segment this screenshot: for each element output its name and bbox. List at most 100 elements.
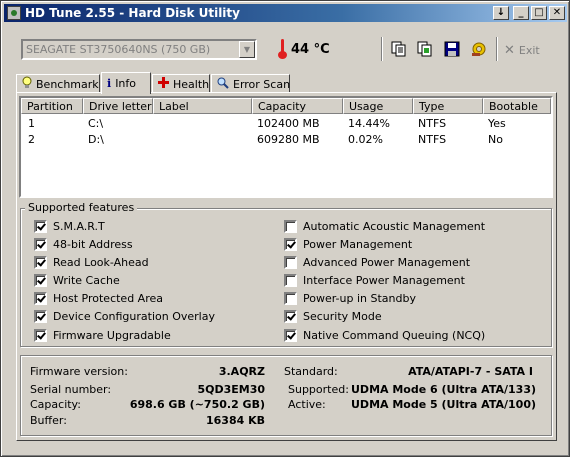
copy-info-icon[interactable] xyxy=(389,39,409,59)
checkbox[interactable] xyxy=(284,292,297,305)
checkbox[interactable] xyxy=(34,329,47,342)
checkbox[interactable] xyxy=(34,238,47,251)
serial-value: 5QD3EM30 xyxy=(197,383,265,396)
feature-interface-power-management[interactable]: Interface Power Management xyxy=(284,274,465,287)
feature-power-up-in-standby[interactable]: Power-up in Standby xyxy=(284,292,416,305)
feature-label: Write Cache xyxy=(53,274,120,287)
tab-label: Info xyxy=(115,77,137,90)
feature-firmware-upgradable[interactable]: Firmware Upgradable xyxy=(34,329,171,342)
table-cell: D:\ xyxy=(88,133,104,146)
checkbox[interactable] xyxy=(34,310,47,323)
feature-device-configuration-overlay[interactable]: Device Configuration Overlay xyxy=(34,310,215,323)
group-title: Supported features xyxy=(25,201,138,214)
info-icon: i xyxy=(107,77,112,90)
feature-label: Advanced Power Management xyxy=(303,256,471,269)
health-cross-icon xyxy=(158,77,169,91)
supported-label: Supported: xyxy=(288,383,349,396)
table-cell: 14.44% xyxy=(348,117,390,130)
checkbox[interactable] xyxy=(34,292,47,305)
feature-label: Host Protected Area xyxy=(53,292,163,305)
options-icon[interactable] xyxy=(469,39,489,59)
table-cell: No xyxy=(488,133,503,146)
chevron-down-icon[interactable]: ▼ xyxy=(239,41,255,58)
temperature-value: 44 °C xyxy=(291,41,330,57)
app-window: HD Tune 2.55 - Hard Disk Utility ↓ _ □ ✕… xyxy=(0,0,570,457)
checkbox[interactable] xyxy=(284,220,297,233)
tab-label: Health xyxy=(173,77,210,91)
feature-power-management[interactable]: Power Management xyxy=(284,238,412,251)
feature-label: Security Mode xyxy=(303,310,382,323)
feature-native-command-queuing[interactable]: Native Command Queuing (NCQ) xyxy=(284,329,485,342)
toolbar-separator xyxy=(381,37,383,61)
minimize-button[interactable]: _ xyxy=(513,6,529,20)
standard-value: ATA/ATAPI-7 - SATA I xyxy=(408,365,533,378)
checkbox[interactable] xyxy=(284,274,297,287)
feature-automatic-acoustic-management[interactable]: Automatic Acoustic Management xyxy=(284,220,485,233)
exit-label: Exit xyxy=(518,43,540,57)
feature-label: Read Look-Ahead xyxy=(53,256,149,269)
column-header[interactable]: Type xyxy=(413,98,483,114)
tab-info[interactable]: i Info xyxy=(101,72,151,94)
column-header[interactable]: Usage xyxy=(343,98,413,114)
table-row[interactable]: 2 D:\ 609280 MB 0.02% NTFS No xyxy=(21,131,551,147)
title-bar[interactable]: HD Tune 2.55 - Hard Disk Utility ↓ _ □ ✕ xyxy=(4,4,567,22)
tab-error-scan[interactable]: Error Scan xyxy=(211,74,290,93)
checkbox[interactable] xyxy=(34,220,47,233)
feature-write-cache[interactable]: Write Cache xyxy=(34,274,120,287)
column-header[interactable]: Label xyxy=(153,98,252,114)
feature-advanced-power-management[interactable]: Advanced Power Management xyxy=(284,256,470,269)
drive-select-value: SEAGATE ST3750640NS (750 GB) xyxy=(26,43,211,56)
tab-label: Error Scan xyxy=(233,77,291,91)
feature-label: S.M.A.R.T xyxy=(53,220,105,233)
checkbox[interactable] xyxy=(284,329,297,342)
active-label: Active: xyxy=(288,398,326,411)
table-cell: 2 xyxy=(28,133,35,146)
partition-table-header: Partition Drive letter Label Capacity Us… xyxy=(21,98,551,115)
checkbox[interactable] xyxy=(34,274,47,287)
exit-button[interactable]: ✕ Exit xyxy=(504,40,540,60)
tab-health[interactable]: Health xyxy=(152,74,210,93)
feature-48bit-address[interactable]: 48-bit Address xyxy=(34,238,133,251)
thermometer-icon xyxy=(278,39,287,59)
checkbox[interactable] xyxy=(284,310,297,323)
table-cell: Yes xyxy=(488,117,506,130)
firmware-label: Firmware version: xyxy=(30,365,128,378)
close-button[interactable]: ✕ xyxy=(549,6,565,20)
checkbox[interactable] xyxy=(34,256,47,269)
tab-label: Benchmark xyxy=(36,77,99,91)
window-title: HD Tune 2.55 - Hard Disk Utility xyxy=(25,6,240,20)
feature-security-mode[interactable]: Security Mode xyxy=(284,310,382,323)
feature-label: Interface Power Management xyxy=(303,274,465,287)
feature-label: Automatic Acoustic Management xyxy=(303,220,486,233)
column-header[interactable]: Capacity xyxy=(252,98,343,114)
partition-table[interactable]: Partition Drive letter Label Capacity Us… xyxy=(19,96,553,198)
save-icon[interactable] xyxy=(442,39,462,59)
column-header[interactable]: Drive letter xyxy=(83,98,153,114)
restore-button[interactable]: □ xyxy=(531,6,547,20)
drive-select[interactable]: SEAGATE ST3750640NS (750 GB) ▼ xyxy=(21,39,257,60)
capacity-label: Capacity: xyxy=(30,398,81,411)
tab-benchmark[interactable]: Benchmark xyxy=(16,74,100,93)
feature-label: Device Configuration Overlay xyxy=(53,310,215,323)
temperature-display: 44 °C xyxy=(278,38,330,60)
arrow-button[interactable]: ↓ xyxy=(493,6,509,20)
table-row[interactable]: 1 C:\ 102400 MB 14.44% NTFS Yes xyxy=(21,115,551,131)
table-cell: NTFS xyxy=(418,133,447,146)
feature-host-protected-area[interactable]: Host Protected Area xyxy=(34,292,163,305)
buffer-value: 16384 KB xyxy=(205,414,265,427)
copy-screenshot-icon[interactable] xyxy=(415,39,435,59)
lightbulb-icon xyxy=(22,76,32,92)
feature-label: 48-bit Address xyxy=(53,238,133,251)
feature-label: Power Management xyxy=(303,238,413,251)
capacity-value: 698.6 GB (~750.2 GB) xyxy=(129,398,265,411)
column-header[interactable]: Partition xyxy=(21,98,83,114)
checkbox[interactable] xyxy=(284,256,297,269)
checkbox[interactable] xyxy=(284,238,297,251)
active-mode-value: UDMA Mode 5 (Ultra ATA/100) xyxy=(351,398,536,411)
feature-smart[interactable]: S.M.A.R.T xyxy=(34,220,105,233)
feature-read-look-ahead[interactable]: Read Look-Ahead xyxy=(34,256,149,269)
column-header[interactable]: Bootable xyxy=(483,98,551,114)
serial-label: Serial number: xyxy=(30,383,112,396)
table-cell: 1 xyxy=(28,117,35,130)
table-cell: 102400 MB xyxy=(257,117,320,130)
